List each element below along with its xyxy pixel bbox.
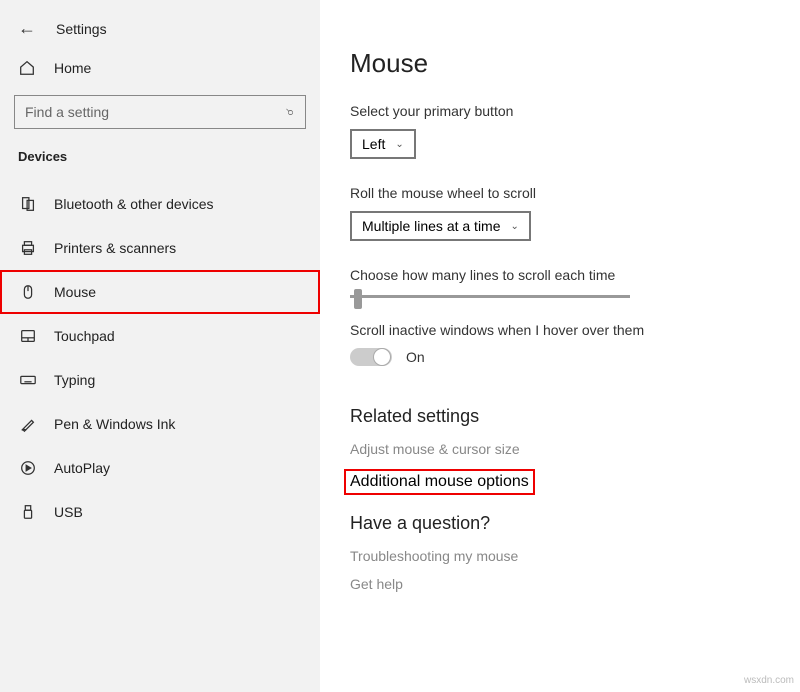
nav-usb[interactable]: USB bbox=[0, 490, 320, 534]
chevron-down-icon: ⌄ bbox=[511, 221, 519, 232]
home-icon bbox=[18, 59, 38, 77]
touchpad-icon bbox=[18, 327, 38, 345]
pen-icon bbox=[18, 415, 38, 433]
main-content: Mouse Select your primary button Left ⌄ … bbox=[320, 0, 800, 692]
printer-icon bbox=[18, 239, 38, 257]
nav-label: AutoPlay bbox=[54, 460, 110, 476]
slider-thumb[interactable] bbox=[354, 289, 362, 309]
nav-printers[interactable]: Printers & scanners bbox=[0, 226, 320, 270]
nav-autoplay[interactable]: AutoPlay bbox=[0, 446, 320, 490]
page-title: Mouse bbox=[350, 48, 780, 79]
dropdown-value: Multiple lines at a time bbox=[362, 218, 501, 234]
chevron-down-icon: ⌄ bbox=[395, 139, 403, 150]
nav-mouse[interactable]: Mouse bbox=[0, 270, 320, 314]
primary-button-label: Select your primary button bbox=[350, 103, 780, 119]
nav-pen[interactable]: Pen & Windows Ink bbox=[0, 402, 320, 446]
scroll-mode-label: Roll the mouse wheel to scroll bbox=[350, 185, 780, 201]
home-nav[interactable]: Home bbox=[0, 49, 320, 89]
nav-label: Touchpad bbox=[54, 328, 115, 344]
nav-label: Mouse bbox=[54, 284, 96, 300]
usb-icon bbox=[18, 503, 38, 521]
dropdown-value: Left bbox=[362, 136, 385, 152]
search-icon: ⌕ bbox=[283, 108, 300, 116]
primary-button-dropdown[interactable]: Left ⌄ bbox=[350, 129, 416, 159]
nav-label: USB bbox=[54, 504, 83, 520]
search-input[interactable] bbox=[25, 104, 287, 120]
lines-label: Choose how many lines to scroll each tim… bbox=[350, 267, 780, 283]
nav-touchpad[interactable]: Touchpad bbox=[0, 314, 320, 358]
additional-mouse-options-link[interactable]: Additional mouse options bbox=[344, 469, 535, 495]
nav-label: Typing bbox=[54, 372, 95, 388]
nav-label: Bluetooth & other devices bbox=[54, 196, 214, 212]
scroll-mode-dropdown[interactable]: Multiple lines at a time ⌄ bbox=[350, 211, 531, 241]
app-title: Settings bbox=[56, 21, 107, 37]
sidebar: ← Settings Home ⌕ Devices Bluetooth & ot… bbox=[0, 0, 320, 692]
lines-slider[interactable] bbox=[350, 295, 630, 298]
nav-bluetooth[interactable]: Bluetooth & other devices bbox=[0, 182, 320, 226]
back-button[interactable]: ← bbox=[18, 18, 36, 39]
toggle-state: On bbox=[406, 349, 425, 365]
related-settings-head: Related settings bbox=[350, 406, 780, 427]
nav-label: Pen & Windows Ink bbox=[54, 416, 175, 432]
devices-icon bbox=[18, 195, 38, 213]
topbar: ← Settings bbox=[0, 10, 320, 49]
inactive-toggle[interactable] bbox=[350, 348, 392, 366]
inactive-label: Scroll inactive windows when I hover ove… bbox=[350, 322, 780, 338]
troubleshoot-link[interactable]: Troubleshooting my mouse bbox=[350, 542, 780, 570]
autoplay-icon bbox=[18, 459, 38, 477]
nav-typing[interactable]: Typing bbox=[0, 358, 320, 402]
search-box[interactable]: ⌕ bbox=[14, 95, 306, 129]
keyboard-icon bbox=[18, 371, 38, 389]
category-label: Devices bbox=[0, 145, 320, 182]
adjust-cursor-link[interactable]: Adjust mouse & cursor size bbox=[350, 435, 780, 463]
get-help-link[interactable]: Get help bbox=[350, 570, 780, 598]
nav-label: Printers & scanners bbox=[54, 240, 176, 256]
home-label: Home bbox=[54, 60, 91, 76]
watermark: wsxdn.com bbox=[744, 675, 794, 686]
question-head: Have a question? bbox=[350, 513, 780, 534]
mouse-icon bbox=[18, 283, 38, 301]
